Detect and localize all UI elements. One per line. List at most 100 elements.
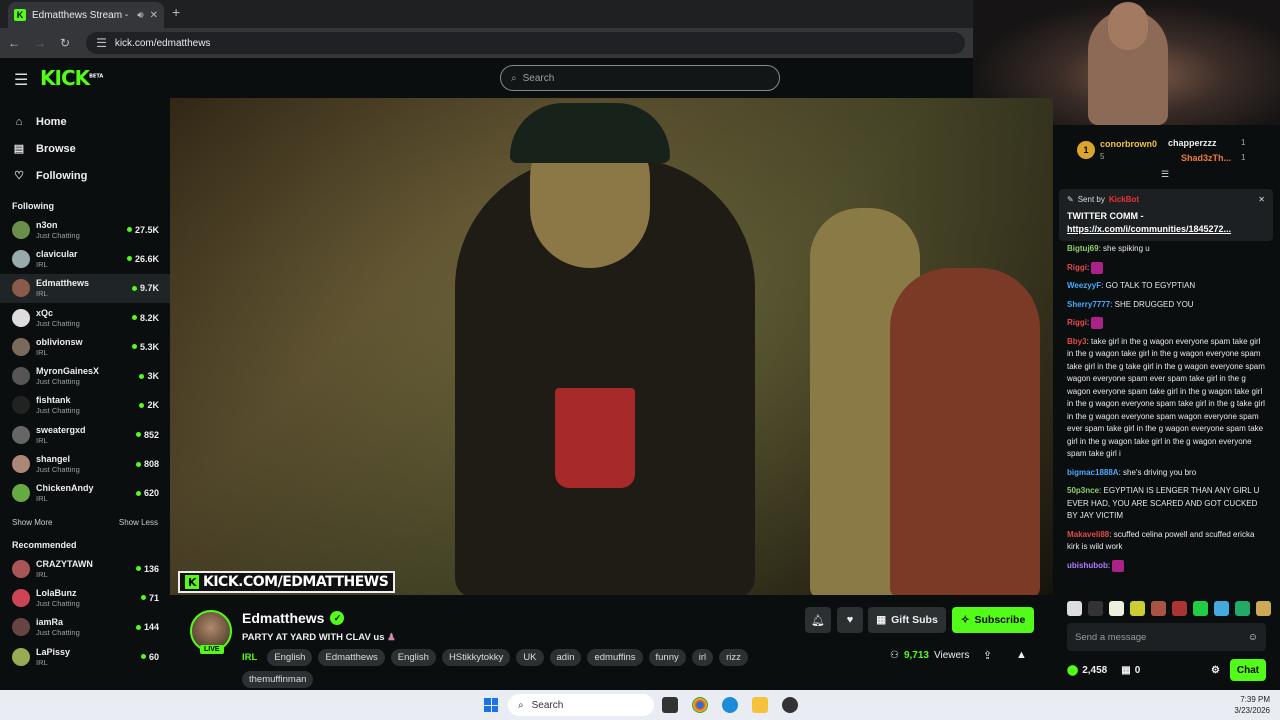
site-info-icon[interactable]: ☰ bbox=[96, 36, 107, 50]
channel-item[interactable]: oblivionsw IRL 5.3K bbox=[0, 332, 170, 361]
file-explorer-icon[interactable] bbox=[752, 697, 768, 713]
points-value[interactable]: 2,458 bbox=[1082, 665, 1107, 676]
stream-tag[interactable]: HStikkytokky bbox=[441, 649, 511, 666]
emote-icon[interactable] bbox=[1193, 601, 1208, 616]
leader-name[interactable]: chapperzzz bbox=[1168, 138, 1217, 148]
chat-username[interactable]: Riggi bbox=[1067, 318, 1087, 327]
share-icon[interactable]: ⇪ bbox=[983, 649, 992, 662]
search-box[interactable]: ⌕ bbox=[500, 65, 780, 91]
stream-tag[interactable]: themuffinman bbox=[242, 671, 314, 688]
new-tab-button[interactable]: + bbox=[172, 4, 180, 20]
reload-icon[interactable]: ↻ bbox=[60, 36, 70, 50]
expand-leaderboard-icon[interactable]: ☰ bbox=[1161, 169, 1169, 180]
chat-username[interactable]: Riggi bbox=[1067, 263, 1087, 272]
show-more-button[interactable]: Show More bbox=[12, 518, 52, 527]
subscribe-button[interactable]: ✧ Subscribe bbox=[952, 607, 1034, 633]
stream-tag[interactable]: irl bbox=[691, 649, 714, 666]
leader-name[interactable]: conorbrown0 bbox=[1100, 139, 1157, 149]
channel-item[interactable]: MyronGainesX Just Chatting 3K bbox=[0, 361, 170, 390]
channel-item[interactable]: Edmatthews IRL 9.7K bbox=[0, 273, 170, 303]
back-icon[interactable]: ← bbox=[8, 36, 20, 50]
forward-icon[interactable]: → bbox=[34, 36, 46, 50]
stream-tag[interactable]: funny bbox=[648, 649, 686, 666]
url-field[interactable]: ☰ kick.com/edmatthews bbox=[86, 32, 965, 54]
stream-tag[interactable]: UK bbox=[516, 649, 544, 666]
gift-count[interactable]: 0 bbox=[1135, 665, 1141, 676]
chat-username[interactable]: 50p3nce bbox=[1067, 486, 1099, 495]
chrome-icon[interactable] bbox=[692, 697, 708, 713]
windows-start-icon[interactable] bbox=[484, 698, 498, 712]
browser-tab[interactable]: K Edmatthews Stream - Watc 🔊︎ ✕ bbox=[8, 2, 164, 28]
chat-username[interactable]: Makaveli88 bbox=[1067, 530, 1109, 539]
channel-item[interactable]: clavicular IRL 26.6K bbox=[0, 244, 170, 273]
stream-title: PARTY AT YARD WITH CLAV us ♟ bbox=[242, 632, 396, 643]
gift-icon: ▦ bbox=[876, 614, 887, 626]
channel-item[interactable]: iamRa Just Chatting 144 bbox=[0, 613, 170, 642]
stream-tag[interactable]: Edmatthews bbox=[318, 649, 385, 666]
gift-subs-button[interactable]: ▦ Gift Subs bbox=[868, 607, 946, 633]
emote-icon[interactable] bbox=[1130, 601, 1145, 616]
emote-icon[interactable] bbox=[1235, 601, 1250, 616]
nav-home[interactable]: ⌂ Home bbox=[0, 108, 170, 135]
emote-picker-icon[interactable]: ☺ bbox=[1248, 632, 1258, 643]
chat-username[interactable]: Bigtuj69 bbox=[1067, 244, 1099, 253]
app-icon[interactable] bbox=[782, 697, 798, 713]
search-input[interactable] bbox=[522, 72, 769, 84]
emote-icon[interactable] bbox=[1214, 601, 1229, 616]
channel-item[interactable]: shangel Just Chatting 808 bbox=[0, 449, 170, 478]
emote-icon[interactable] bbox=[1256, 601, 1271, 616]
emote-icon[interactable] bbox=[1109, 601, 1124, 616]
emote-icon[interactable] bbox=[1067, 601, 1082, 616]
stream-tag[interactable]: edmuffins bbox=[587, 649, 643, 666]
chat-settings-icon[interactable]: ⚙ bbox=[1211, 665, 1220, 676]
stream-tag[interactable]: rizz bbox=[719, 649, 748, 666]
channel-item[interactable]: LaPissy IRL 60 bbox=[0, 642, 170, 671]
pinned-sender[interactable]: KickBot bbox=[1109, 195, 1139, 204]
stream-tag[interactable]: English bbox=[390, 649, 436, 666]
channel-viewer-count: 808 bbox=[143, 459, 159, 470]
video-player[interactable]: K KICK.COM/EDMATTHEWS bbox=[170, 98, 1053, 595]
unpin-icon[interactable]: ✕ bbox=[1258, 195, 1265, 204]
edge-icon[interactable] bbox=[722, 697, 738, 713]
report-icon[interactable]: ▲ bbox=[1016, 649, 1027, 661]
chat-message: Sherry7777: SHE DRUGGED YOU bbox=[1067, 299, 1194, 309]
chat-username[interactable]: Bby3 bbox=[1067, 337, 1087, 346]
pinned-link[interactable]: https://x.com/i/communities/1845272... bbox=[1067, 223, 1265, 236]
nav-browse[interactable]: ▤ Browse bbox=[0, 135, 170, 162]
chat-username[interactable]: bigmac1888A bbox=[1067, 468, 1119, 477]
show-less-button[interactable]: Show Less bbox=[119, 518, 158, 527]
channel-item[interactable]: LolaBunz Just Chatting 71 bbox=[0, 583, 170, 612]
channel-item[interactable]: ChickenAndy IRL 620 bbox=[0, 479, 170, 508]
task-view-icon[interactable] bbox=[662, 697, 678, 713]
stream-tag[interactable]: English bbox=[267, 649, 313, 666]
channel-item[interactable]: n3on Just Chatting 27.5K bbox=[0, 215, 170, 244]
streamer-name[interactable]: Edmatthews ✓ bbox=[242, 610, 345, 626]
system-clock[interactable]: 7:39 PM 3/23/2026 bbox=[1234, 694, 1270, 716]
nav-following[interactable]: ♡ Following bbox=[0, 162, 170, 189]
stream-tag[interactable]: adin bbox=[549, 649, 582, 666]
kick-logo[interactable]: KICKBETA bbox=[40, 66, 103, 90]
chat-send-button[interactable]: Chat bbox=[1230, 659, 1266, 681]
channel-item[interactable]: CRAZYTAWN IRL 136 bbox=[0, 554, 170, 583]
chat-username[interactable]: ubishubob bbox=[1067, 561, 1108, 570]
taskbar-search[interactable]: ⌕ Search bbox=[508, 694, 654, 716]
speaker-icon[interactable]: 🔊︎ bbox=[137, 10, 143, 21]
menu-icon[interactable]: ☰ bbox=[14, 70, 28, 90]
leader-name[interactable]: Shad3zTh... bbox=[1181, 153, 1231, 163]
category-link[interactable]: IRL bbox=[242, 652, 257, 663]
emote-icon[interactable] bbox=[1088, 601, 1103, 616]
emote-icon[interactable] bbox=[1151, 601, 1166, 616]
follow-heart-button[interactable]: ♥ bbox=[837, 607, 863, 633]
notification-bell-button[interactable]: 🔔︎ bbox=[805, 607, 831, 633]
chat-username[interactable]: WeezyyF bbox=[1067, 281, 1101, 290]
chat-input[interactable] bbox=[1075, 631, 1248, 643]
channel-item[interactable]: xQc Just Chatting 8.2K bbox=[0, 303, 170, 332]
chat-emote-icon bbox=[1091, 317, 1104, 330]
chat-input-box[interactable]: ☺ bbox=[1067, 623, 1266, 651]
channel-item[interactable]: sweatergxd IRL 852 bbox=[0, 420, 170, 449]
close-tab-icon[interactable]: ✕ bbox=[150, 10, 158, 21]
channel-category: IRL bbox=[36, 347, 48, 357]
chat-username[interactable]: Sherry7777 bbox=[1067, 300, 1110, 309]
channel-item[interactable]: fishtank Just Chatting 2K bbox=[0, 391, 170, 420]
emote-icon[interactable] bbox=[1172, 601, 1187, 616]
